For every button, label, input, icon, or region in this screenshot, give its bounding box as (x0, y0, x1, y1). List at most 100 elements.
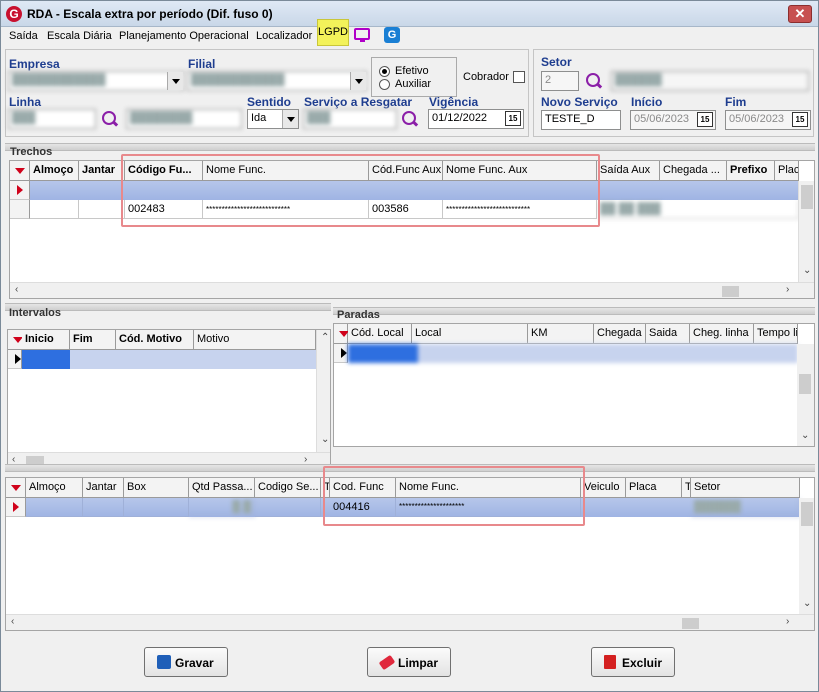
paradas-grid[interactable]: Cód. Local Local KM Chegada Saida Cheg. … (333, 323, 815, 447)
table-cell[interactable] (124, 498, 189, 517)
inicio-label: Início (631, 95, 663, 109)
col-jantar[interactable]: Jantar (79, 161, 125, 181)
sort-indicator-icon[interactable] (10, 161, 30, 181)
col-almoco[interactable]: Almoço (26, 478, 83, 498)
chevron-left-icon[interactable]: ‹ (11, 616, 14, 627)
chevron-right-icon[interactable]: › (786, 616, 789, 627)
monitor-icon[interactable] (354, 28, 370, 42)
chevron-down-icon[interactable]: ⌄ (321, 434, 329, 445)
chevron-left-icon[interactable]: ‹ (15, 284, 18, 295)
table-cell[interactable] (255, 498, 321, 517)
menu-bar: Saída Escala Diária Planejamento Operaci… (1, 27, 818, 47)
chevron-down-icon[interactable] (350, 72, 366, 90)
col-inicio[interactable]: Inicio (22, 330, 70, 350)
scrollbar-horizontal[interactable]: ‹ › (10, 282, 814, 298)
table-row-selected[interactable] (348, 344, 798, 363)
gravar-label: Gravar (175, 656, 214, 670)
table-cell[interactable] (30, 200, 79, 219)
efetivo-radio[interactable] (379, 66, 390, 77)
col-cod-motivo[interactable]: Cód. Motivo (116, 330, 194, 350)
focused-cell[interactable] (22, 350, 70, 369)
scrollbar-horizontal[interactable]: ‹ › (6, 614, 814, 630)
scroll-thumb[interactable] (801, 502, 813, 526)
servico-resgatar-input[interactable]: ███ (303, 109, 397, 129)
splitter[interactable] (5, 143, 815, 151)
g-app-icon[interactable]: G (384, 27, 400, 43)
filial-select[interactable]: ████████████ (187, 71, 367, 91)
splitter[interactable] (333, 307, 815, 315)
cobrador-checkbox[interactable] (513, 71, 525, 83)
linha-desc-input: ████████ (126, 109, 242, 129)
scrollbar-vertical[interactable]: ⌄ (797, 344, 814, 446)
col-t2[interactable]: T (682, 478, 691, 498)
scrollbar-vertical[interactable]: ⌃ ⌄ (316, 330, 330, 452)
sort-indicator-icon[interactable] (6, 478, 26, 498)
col-jantar[interactable]: Jantar (83, 478, 124, 498)
scroll-thumb[interactable] (799, 374, 811, 394)
calendar-icon[interactable]: 15 (505, 111, 521, 126)
col-tempo-linha[interactable]: Tempo li (754, 324, 798, 344)
row-indicator-icon (6, 498, 26, 517)
table-cell: ██ ██ ███ (597, 200, 799, 219)
menu-saida[interactable]: Saída (9, 30, 38, 42)
col-fim[interactable]: Fim (70, 330, 116, 350)
setor-input[interactable]: 2 (541, 71, 579, 91)
auxiliar-radio[interactable] (379, 79, 390, 90)
col-veiculo[interactable]: Veiculo (581, 478, 626, 498)
col-setor[interactable]: Setor (691, 478, 800, 498)
empresa-select[interactable]: ████████████ (8, 71, 184, 91)
col-saida[interactable]: Saida (646, 324, 690, 344)
menu-escala-diaria[interactable]: Escala Diária (47, 30, 112, 42)
col-qtd-passageiros[interactable]: Qtd Passa... (189, 478, 255, 498)
chevron-down-icon[interactable]: ⌄ (803, 265, 811, 276)
chevron-up-icon[interactable]: ⌃ (321, 332, 329, 343)
scroll-thumb[interactable] (801, 185, 813, 209)
col-chegada[interactable]: Chegada (594, 324, 646, 344)
highlight-box (323, 466, 585, 526)
excluir-button[interactable]: Excluir (591, 647, 675, 677)
chevron-down-icon[interactable] (282, 110, 298, 128)
search-icon[interactable] (101, 110, 119, 128)
col-saida-aux[interactable]: Saída Aux (597, 161, 660, 181)
chevron-down-icon[interactable] (167, 72, 183, 90)
col-placa[interactable]: Plac (775, 161, 799, 181)
auxiliar-label: Auxiliar (395, 78, 432, 90)
intervalos-grid[interactable]: Inicio Fim Cód. Motivo Motivo ⌃ ⌄ ‹ › (7, 329, 331, 468)
excluir-label: Excluir (622, 656, 663, 670)
lgpd-button[interactable]: LGPD (317, 19, 349, 46)
col-almoco[interactable]: Almoço (30, 161, 79, 181)
menu-planejamento-operacional[interactable]: Planejamento Operacional (119, 30, 249, 42)
scroll-thumb[interactable] (722, 286, 739, 297)
col-motivo[interactable]: Motivo (194, 330, 316, 350)
linha-input[interactable]: ███ (8, 109, 96, 129)
limpar-label: Limpar (398, 656, 439, 670)
col-local[interactable]: Local (412, 324, 528, 344)
table-cell[interactable] (26, 498, 83, 517)
col-cod-local[interactable]: Cód. Local (348, 324, 412, 344)
chevron-down-icon[interactable]: ⌄ (801, 430, 809, 441)
col-box[interactable]: Box (124, 478, 189, 498)
scroll-thumb[interactable] (682, 618, 699, 629)
search-icon[interactable] (401, 110, 419, 128)
limpar-button[interactable]: Limpar (367, 647, 451, 677)
chevron-right-icon[interactable]: › (786, 284, 789, 295)
close-button[interactable]: ✕ (788, 5, 812, 23)
col-km[interactable]: KM (528, 324, 594, 344)
novo-servico-input[interactable]: TESTE_D (541, 110, 621, 130)
calendar-icon[interactable]: 15 (792, 112, 808, 127)
col-chegada[interactable]: Chegada ... (660, 161, 727, 181)
row-indicator (10, 200, 30, 219)
table-cell[interactable] (79, 200, 125, 219)
chevron-down-icon[interactable]: ⌄ (803, 598, 811, 609)
search-icon[interactable] (585, 72, 603, 90)
col-prefixo[interactable]: Prefixo (727, 161, 775, 181)
table-cell[interactable] (83, 498, 124, 517)
col-cheg-linha[interactable]: Cheg. linha (690, 324, 754, 344)
gravar-button[interactable]: Gravar (144, 647, 228, 677)
scrollbar-vertical[interactable]: ⌄ (799, 498, 814, 614)
col-placa[interactable]: Placa (626, 478, 682, 498)
calendar-icon[interactable]: 15 (697, 112, 713, 127)
col-codigo-servico[interactable]: Codigo Se... (255, 478, 321, 498)
menu-localizador[interactable]: Localizador (256, 30, 312, 42)
scrollbar-vertical[interactable]: ⌄ (798, 181, 814, 282)
